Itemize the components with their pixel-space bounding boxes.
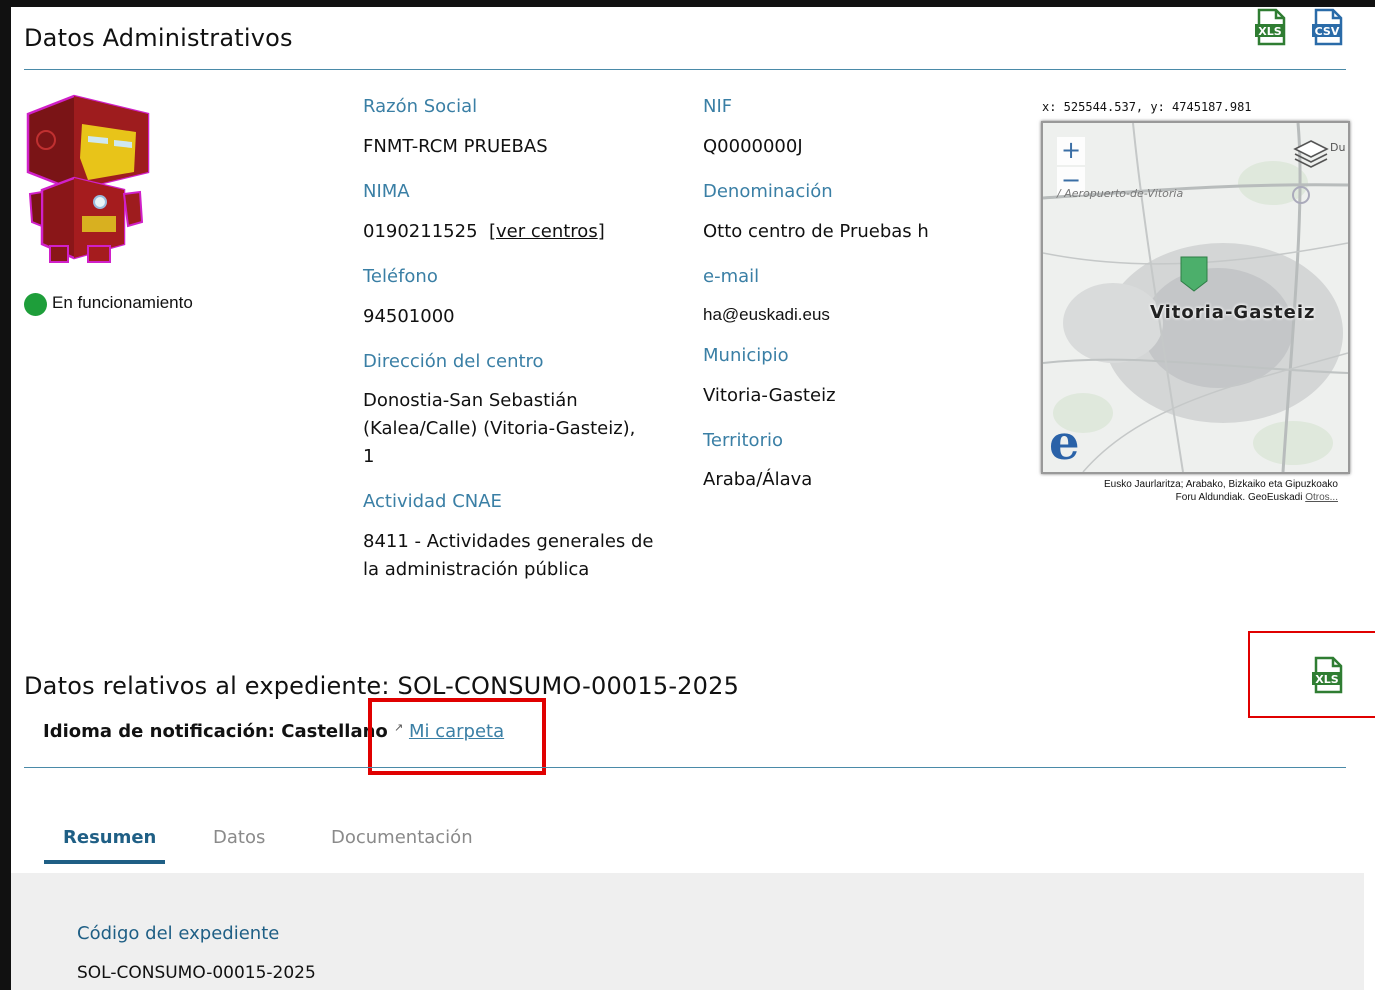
municipio-value: Vitoria-Gasteiz [703, 385, 836, 406]
header-divider [24, 69, 1346, 70]
tab-resumen[interactable]: Resumen [63, 827, 156, 848]
direccion-line1: Donostia-San Sebastián [363, 390, 578, 411]
telefono-label: Teléfono [363, 266, 438, 287]
svg-text:XLS: XLS [1315, 673, 1338, 686]
map-coordinates: x: 525544.537, y: 4745187.981 [1042, 100, 1252, 114]
xls-export-button[interactable]: XLS [1254, 8, 1288, 46]
map-attribution: Eusko Jaurlaritza; Arabako, Bizkaiko eta… [1040, 478, 1338, 504]
tab-resumen-underline [44, 860, 165, 864]
map-tiles [1043, 123, 1348, 472]
expediente-title: Datos relativos al expediente: SOL-CONSU… [24, 672, 740, 700]
airport-label: / Aeropuerto-de-Vitoria [1057, 187, 1184, 200]
svg-text:XLS: XLS [1258, 25, 1281, 38]
actividad-label: Actividad CNAE [363, 491, 502, 512]
ver-centros-close: ] [597, 221, 605, 242]
external-link-icon: ↗ [394, 721, 404, 734]
layers-button[interactable] [1293, 137, 1333, 173]
ver-centros-link[interactable]: ver centros [496, 221, 598, 242]
direccion-label: Dirección del centro [363, 351, 544, 372]
svg-text:CSV: CSV [1315, 25, 1340, 38]
ver-centros-open: [ [488, 221, 497, 242]
codigo-label: Código del expediente [77, 923, 280, 944]
municipio-label: Municipio [703, 345, 789, 366]
window-frame-top [0, 0, 1375, 7]
email-label: e-mail [703, 266, 760, 287]
xls-file-icon: XLS [1255, 8, 1286, 46]
csv-file-icon: CSV [1312, 8, 1343, 46]
zoom-in-button[interactable]: + [1057, 137, 1085, 165]
status-indicator [24, 293, 47, 316]
idioma-notificacion: Idioma de notificación: Castellano [43, 721, 388, 742]
nif-label: NIF [703, 96, 733, 117]
nif-value: Q0000000J [703, 136, 803, 157]
xls-file-icon: XLS [1312, 656, 1343, 694]
denominacion-value: Otto centro de Pruebas h [703, 221, 929, 242]
city-label: Vitoria-Gasteiz [1150, 302, 1316, 323]
expediente-xls-button[interactable]: XLS [1311, 656, 1345, 694]
territorio-label: Territorio [703, 430, 783, 451]
avatar [24, 94, 150, 266]
attribution-line1: Eusko Jaurlaritza; Arabako, Bizkaiko eta… [1103, 479, 1338, 490]
telefono-value: 94501000 [363, 306, 455, 327]
razon-social-value: FNMT-RCM PRUEBAS [363, 136, 548, 157]
tab-datos[interactable]: Datos [213, 827, 265, 848]
admin-title: Datos Administrativos [24, 24, 293, 52]
tab-documentacion[interactable]: Documentación [331, 827, 473, 848]
layer-label-partial: Du [1330, 141, 1346, 154]
territorio-value: Araba/Álava [703, 469, 813, 490]
nima-value: 0190211525 [363, 221, 478, 242]
location-map[interactable]: + − / Aeropuerto-de-Vitoria Du Vitoria-G… [1041, 121, 1350, 474]
attribution-otros-link[interactable]: Otros... [1305, 492, 1338, 503]
denominacion-label: Denominación [703, 181, 833, 202]
email-value: ha@euskadi.eus [703, 305, 830, 324]
mi-carpeta-wrapper[interactable]: ↗ Mi carpeta [394, 721, 504, 742]
layers-icon [1293, 140, 1329, 168]
attribution-line2: Foru Aldundiak. GeoEuskadi [1175, 492, 1303, 503]
expediente-divider [24, 767, 1346, 768]
csv-export-button[interactable]: CSV [1311, 8, 1345, 46]
actividad-line2: la administración pública [363, 559, 590, 580]
razon-social-label: Razón Social [363, 96, 478, 117]
nima-row: 0190211525 [ver centros] [363, 218, 605, 246]
status-text: En funcionamiento [52, 293, 193, 312]
nima-label: NIMA [363, 181, 410, 202]
euskadi-logo: e [1049, 415, 1080, 471]
direccion-line3: 1 [363, 446, 375, 467]
codigo-value: SOL-CONSUMO-00015-2025 [77, 963, 316, 983]
actividad-line1: 8411 - Actividades generales de [363, 531, 654, 552]
direccion-line2: (Kalea/Calle) (Vitoria-Gasteiz), [363, 418, 636, 439]
mi-carpeta-link[interactable]: Mi carpeta [409, 721, 504, 742]
window-frame-left [0, 0, 11, 990]
